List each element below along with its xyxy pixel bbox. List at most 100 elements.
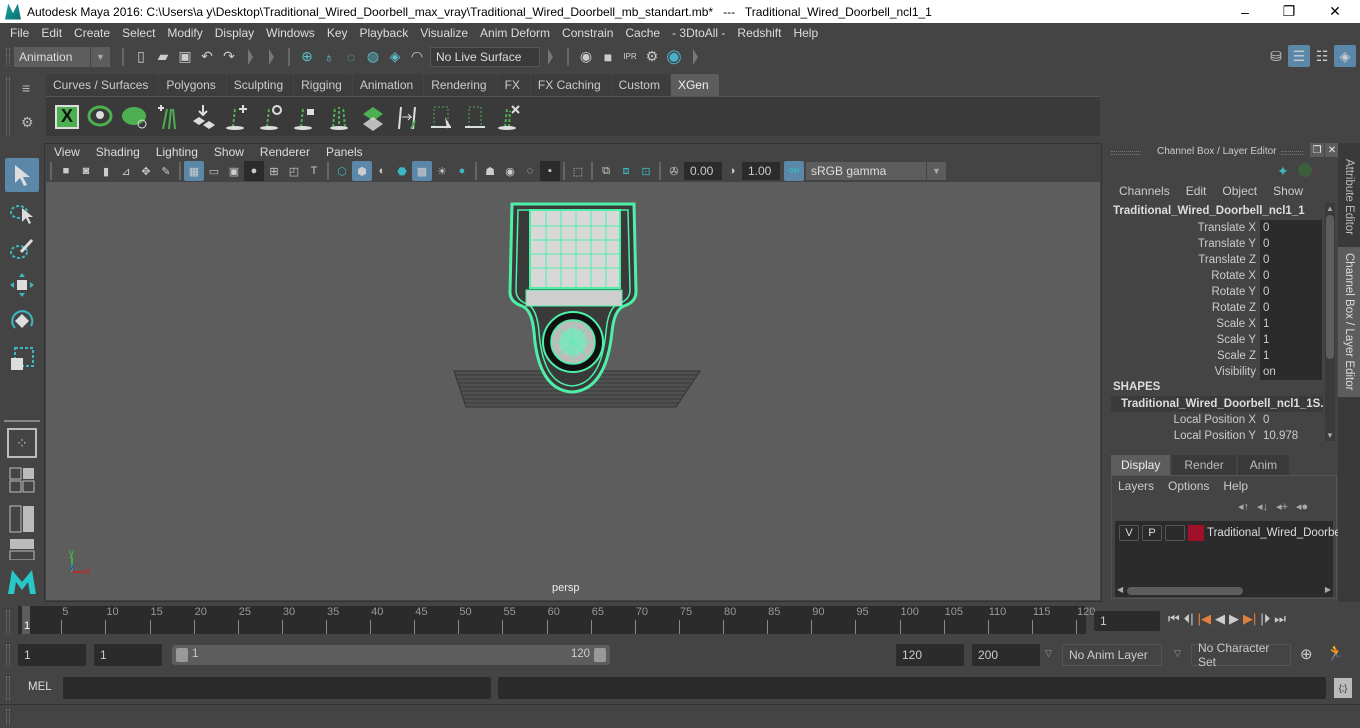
channel-value[interactable]: on — [1260, 364, 1322, 380]
command-input[interactable] — [63, 677, 491, 699]
lasso-tool-icon[interactable] — [5, 196, 39, 230]
2d-pan-zoom-icon[interactable]: ✥ — [136, 161, 156, 181]
restore-button[interactable]: ❐ — [1266, 0, 1312, 23]
character-set-dropdown[interactable]: No Character Set — [1191, 641, 1291, 669]
new-layer-selected-icon[interactable]: ◂● — [1296, 500, 1308, 513]
anim-layer-chevron-icon[interactable]: ▽ — [1045, 648, 1052, 659]
channel-box-toggle-icon[interactable]: ◈ — [1334, 45, 1356, 67]
xgen-grid-icon[interactable] — [356, 100, 390, 134]
select-tool-icon[interactable] — [5, 158, 39, 192]
menu-constrain[interactable]: Constrain — [557, 26, 620, 40]
script-editor-icon[interactable]: {;} — [1334, 678, 1352, 698]
shelf-tab-xgen[interactable]: XGen — [670, 74, 719, 96]
safe-title-icon[interactable]: T — [304, 161, 324, 181]
depth-of-field-icon[interactable]: ▪ — [540, 161, 560, 181]
channel-row[interactable]: Rotate Y 0 — [1110, 284, 1324, 300]
current-time-indicator[interactable]: 1 — [22, 606, 30, 634]
shelf-tab-animation[interactable]: Animation — [352, 74, 424, 96]
open-scene-icon[interactable]: ▰ — [152, 46, 174, 68]
channel-value[interactable]: 0 — [1260, 412, 1322, 428]
channel-row[interactable]: Visibility on — [1110, 364, 1324, 380]
manipulator-axis-icon[interactable]: ✦ — [1277, 163, 1289, 180]
guide-length-icon[interactable] — [390, 100, 424, 134]
shelf-tab-sculpting[interactable]: Sculpting — [226, 74, 294, 96]
viewport-menu-show[interactable]: Show — [206, 144, 252, 160]
close-button[interactable]: ✕ — [1312, 0, 1358, 23]
xray-active-icon[interactable]: ⧈ — [616, 161, 636, 181]
viewport-menu-shading[interactable]: Shading — [88, 144, 148, 160]
menu-playback[interactable]: Playback — [355, 26, 416, 40]
field-chart-icon[interactable]: ⊞ — [264, 161, 284, 181]
channel-value[interactable]: 0 — [1260, 284, 1322, 300]
shelf-menu-icon[interactable]: ≡ — [22, 80, 30, 96]
drag-handle[interactable] — [1111, 151, 1141, 155]
xray-icon[interactable]: ⬣ — [392, 161, 412, 181]
channel-value[interactable]: 0 — [1260, 268, 1322, 284]
shape-channel-row[interactable]: Local Position Y 10.978 — [1110, 428, 1324, 444]
anti-aliasing-icon[interactable]: ◌ — [520, 161, 540, 181]
channel-value[interactable]: 1 — [1260, 332, 1322, 348]
guide-visibility-icon[interactable] — [254, 100, 288, 134]
layer-display-type-toggle[interactable] — [1165, 525, 1185, 541]
new-scene-icon[interactable]: ▯ — [130, 46, 152, 68]
gamma-icon[interactable]: ◑ — [722, 161, 742, 181]
layer-playback-toggle[interactable]: P — [1142, 525, 1162, 541]
tool-settings-icon[interactable]: ☷ — [1311, 45, 1333, 67]
add-guide-icon[interactable] — [152, 100, 186, 134]
shelf-tab-fx[interactable]: FX — [497, 74, 530, 96]
shelf-tab-rigging[interactable]: Rigging — [294, 74, 352, 96]
channel-value[interactable]: 10.978 — [1260, 428, 1322, 444]
drag-handle[interactable] — [6, 610, 10, 634]
collapse-arrow-icon[interactable] — [548, 48, 553, 65]
motion-blur-icon[interactable]: ◉ — [500, 161, 520, 181]
move-layer-down-icon[interactable]: ◂↓ — [1257, 500, 1268, 513]
channel-value[interactable]: 1 — [1260, 316, 1322, 332]
layer-row[interactable]: V P Traditional_Wired_Doorbell — [1115, 524, 1346, 542]
bookmark-icon[interactable]: ▮ — [96, 161, 116, 181]
grid-toggle-icon[interactable]: ▦ — [184, 161, 204, 181]
menu-redshift[interactable]: Redshift — [732, 26, 788, 40]
close-panel-icon[interactable]: ✕ — [1325, 143, 1339, 157]
script-language-toggle[interactable]: MEL — [28, 681, 52, 693]
shape-channel-row[interactable]: Local Position X 0 — [1110, 412, 1324, 428]
drag-handle[interactable] — [6, 644, 10, 666]
guide-bounds-icon[interactable] — [458, 100, 492, 134]
layer-name[interactable]: Traditional_Wired_Doorbell — [1207, 527, 1346, 539]
menu-create[interactable]: Create — [69, 26, 117, 40]
add-guide-plus-icon[interactable] — [220, 100, 254, 134]
shelf-tab-polygons[interactable]: Polygons — [159, 74, 226, 96]
viewport-menu-lighting[interactable]: Lighting — [148, 144, 206, 160]
shadows-icon[interactable]: ● — [452, 161, 472, 181]
menu-file[interactable]: File — [5, 26, 36, 40]
color-space-dropdown[interactable]: sRGB gamma ▼ — [806, 162, 946, 180]
anim-layer-dropdown[interactable]: No Anim Layer — [1062, 644, 1162, 666]
scale-tool-icon[interactable] — [5, 342, 39, 376]
xray-joints-icon[interactable]: ⧉ — [596, 161, 616, 181]
scroll-down-icon[interactable]: ▼ — [1326, 431, 1334, 440]
menu-cache[interactable]: Cache — [620, 26, 667, 40]
snap-curve-icon[interactable]: ♁ — [318, 46, 340, 68]
camera-select-icon[interactable]: ■ — [56, 161, 76, 181]
hypershade-icon[interactable]: ◉ — [663, 46, 685, 68]
shape-name[interactable]: Traditional_Wired_Doorbell_ncl1_1S... — [1111, 396, 1323, 412]
menu-edit[interactable]: Edit — [1178, 184, 1215, 198]
doorbell-model[interactable]: y z x persp — [46, 182, 1100, 600]
channel-row[interactable]: Rotate X 0 — [1110, 268, 1324, 284]
scroll-up-icon[interactable]: ▲ — [1326, 204, 1334, 213]
channel-sync-icon[interactable] — [1298, 163, 1312, 177]
render-frame-icon[interactable]: ■ — [597, 46, 619, 68]
go-to-start-icon[interactable]: ⏮ — [1168, 611, 1180, 627]
viewport-menu-view[interactable]: View — [46, 144, 88, 160]
channel-row[interactable]: Translate Y 0 — [1110, 236, 1324, 252]
end-time-field[interactable]: 200 — [972, 644, 1040, 666]
menu-select[interactable]: Select — [117, 26, 162, 40]
guide-split-icon[interactable] — [322, 100, 356, 134]
persp-graph-layout-icon[interactable] — [5, 538, 39, 560]
channel-row[interactable]: Scale Y 1 — [1110, 332, 1324, 348]
viewport-menu-panels[interactable]: Panels — [318, 144, 371, 160]
exposure-field[interactable]: 0.00 — [684, 162, 722, 180]
go-to-end-icon[interactable]: ⏭ — [1274, 611, 1286, 627]
scrollbar-thumb[interactable] — [1326, 215, 1334, 359]
wireframe-on-shaded-icon[interactable]: ◐ — [372, 161, 392, 181]
attribute-editor-toggle-icon[interactable]: ☰ — [1288, 45, 1310, 67]
